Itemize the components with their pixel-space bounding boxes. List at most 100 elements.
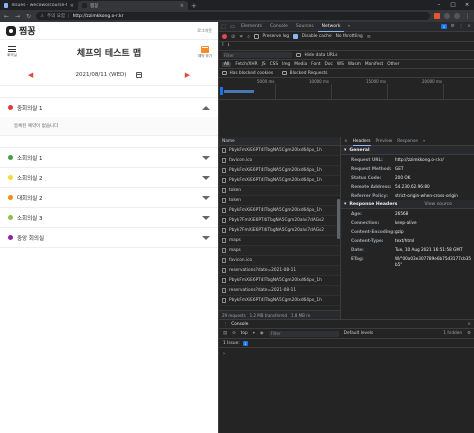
request-row[interactable]: PbykFmXiE6PT4lTbgNA5Cgm20lxd64px_1h [219, 146, 340, 156]
close-devtools-icon[interactable]: × [467, 24, 471, 29]
issues-badge[interactable]: 1 [441, 24, 447, 29]
gear-icon[interactable]: ⚙ [467, 331, 471, 336]
network-filter-input[interactable]: Filter [222, 52, 292, 58]
request-row[interactable]: maps [219, 236, 340, 246]
request-row[interactable]: reservations?date=2021-08-11 [219, 286, 340, 296]
request-list-scrollbar[interactable] [337, 199, 340, 239]
more-tabs-icon[interactable]: » [423, 139, 426, 144]
room-header[interactable]: 중앙 회의실 [0, 228, 218, 247]
type-filter-img[interactable]: Img [282, 62, 290, 67]
request-row[interactable]: PbykFmXiE6PT4lTbgNA5Cgm20lxd64px_1h [219, 296, 340, 306]
tab-console-drawer[interactable]: Console [231, 322, 248, 327]
response-headers-section[interactable]: ▾ Response Headers View source [341, 200, 474, 209]
room-menu-button[interactable]: 회의실 [6, 46, 18, 58]
reload-icon[interactable]: ↻ [25, 13, 32, 20]
maximize-icon[interactable]: □ [446, 0, 460, 10]
chevron-up-icon[interactable] [202, 105, 210, 110]
type-filter-media[interactable]: Media [294, 62, 307, 67]
room-header[interactable]: 대회의실 2 [0, 188, 218, 207]
sidebar-toggle-icon[interactable]: ▤ [223, 331, 227, 336]
device-toolbar-icon[interactable]: ▭ [228, 24, 237, 30]
close-drawer-icon[interactable]: × [467, 322, 471, 327]
download-icon[interactable]: ⭳ [228, 42, 230, 50]
forward-icon[interactable]: → [14, 13, 21, 20]
more-tabs-icon[interactable]: » [344, 24, 353, 29]
new-tab-icon[interactable]: + [188, 2, 200, 10]
request-row[interactable]: favicon.ico [219, 256, 340, 266]
back-icon[interactable]: ← [3, 13, 10, 20]
type-filter-js[interactable]: JS [262, 62, 266, 67]
browser-menu-icon[interactable]: ⋮ [464, 13, 471, 20]
chevron-down-icon[interactable]: ▾ [253, 331, 255, 336]
profile-avatar[interactable] [454, 13, 460, 19]
kebab-menu-icon[interactable]: ⋮ [459, 24, 464, 29]
issues-count-badge[interactable]: 1 [242, 340, 249, 346]
chevron-down-icon[interactable] [202, 195, 210, 200]
request-row[interactable]: token [219, 196, 340, 206]
network-timeline[interactable]: 5000 ms 10000 ms 15000 ms 20000 ms [219, 78, 474, 100]
search-icon[interactable]: ⌕ [247, 34, 250, 40]
type-filter-manifest[interactable]: Manifest [365, 62, 383, 67]
window-close-icon[interactable]: × [460, 0, 474, 10]
chevron-down-icon[interactable] [202, 235, 210, 240]
general-section-header[interactable]: ▾ General [341, 146, 474, 155]
blocked-cookies-checkbox[interactable] [222, 70, 227, 76]
next-date-icon[interactable]: ▶ [182, 71, 192, 79]
tab-network[interactable]: Network [317, 22, 345, 32]
request-row[interactable]: PbykFmXiE6PT4lTbgNA5Cgm20lxd64px_1h [219, 276, 340, 286]
type-filter-all[interactable]: All [222, 61, 232, 67]
type-filter-css[interactable]: CSS [270, 62, 278, 67]
room-header[interactable]: 소회의실 1 [0, 148, 218, 167]
clear-console-icon[interactable]: ⊘ [232, 331, 236, 336]
minimize-icon[interactable]: – [432, 0, 446, 10]
chevron-down-icon[interactable] [202, 155, 210, 160]
wifi-icon[interactable]: ≋ [367, 34, 371, 40]
tab-sources[interactable]: Sources [292, 22, 318, 32]
clear-icon[interactable]: ⊘ [231, 34, 235, 40]
tab-preview[interactable]: Preview [376, 139, 393, 144]
tab-console[interactable]: Console [266, 22, 292, 32]
request-row[interactable]: favicon.ico [219, 156, 340, 166]
prev-date-icon[interactable]: ◀ [26, 71, 36, 79]
type-filter-ws[interactable]: WS [337, 62, 344, 67]
type-filter-doc[interactable]: Doc [325, 62, 333, 67]
reserve-button[interactable]: 예약 하기 [198, 45, 212, 59]
request-row[interactable]: PbykFmXiE6PT4lTbgNA5Cgm20lxd64px_1h [219, 176, 340, 186]
brand-name[interactable]: 찜꽁 [19, 24, 36, 37]
console-prompt[interactable]: › [219, 348, 474, 360]
request-row[interactable]: maps [219, 246, 340, 256]
calendar-icon[interactable] [136, 71, 143, 78]
request-row[interactable]: token [219, 186, 340, 196]
inspect-icon[interactable]: ⬚ [219, 24, 228, 30]
request-row[interactable]: PbykFmXiE6PT4lTbgNA5Cgm20lxd64px_1h [219, 166, 340, 176]
eye-icon[interactable]: ◉ [260, 331, 264, 336]
browser-tab-issues[interactable]: Issues · wecowo/course-team-2021 × [0, 1, 78, 10]
request-row[interactable]: reservations?date=2021-08-11 [219, 266, 340, 276]
type-filter-other[interactable]: Other [387, 62, 399, 67]
upload-icon[interactable]: ⭱ [222, 42, 224, 50]
chevron-down-icon[interactable] [202, 215, 210, 220]
blocked-requests-checkbox[interactable] [282, 70, 287, 76]
view-source-link[interactable]: View source [424, 202, 452, 207]
request-row[interactable]: Pbyk7FmXiE6PT4lTbgNA5Cgm20alvi7dAGs2 [219, 216, 340, 226]
drawer-menu-icon[interactable]: ⋮ [223, 322, 227, 327]
warning-icon[interactable]: ⚠ [40, 14, 44, 19]
context-select[interactable]: top [241, 331, 248, 336]
request-row[interactable]: Pbyk7FmXiE6PT4lTbgNA5Cgm20alvi7dAGs2 [219, 226, 340, 236]
gear-icon[interactable]: ⚙ [451, 24, 455, 29]
room-header[interactable]: 소회의실 2 [0, 168, 218, 187]
url-input[interactable]: ⚠ 주의 요함 | http://zzimkkong.o-r.kr [36, 12, 430, 20]
type-filter-wasm[interactable]: Wasm [348, 62, 361, 67]
log-levels-select[interactable]: Default levels [344, 331, 374, 336]
tab-headers[interactable]: Headers [352, 137, 371, 146]
throttling-select[interactable]: No throttling [336, 34, 363, 39]
request-row[interactable]: PbykFmXiE6PT4lTbgNA5Cgm20lxd64px_1h [219, 206, 340, 216]
console-filter-input[interactable]: Filter [268, 330, 339, 337]
tab-elements[interactable]: Elements [237, 22, 266, 32]
room-header[interactable]: 소회의실 3 [0, 208, 218, 227]
record-icon[interactable] [222, 34, 227, 39]
filter-icon[interactable]: ⏷ [239, 34, 243, 40]
tab-response[interactable]: Response [397, 139, 418, 144]
type-filter-font[interactable]: Font [311, 62, 320, 67]
disable-cache-checkbox[interactable] [293, 34, 298, 39]
